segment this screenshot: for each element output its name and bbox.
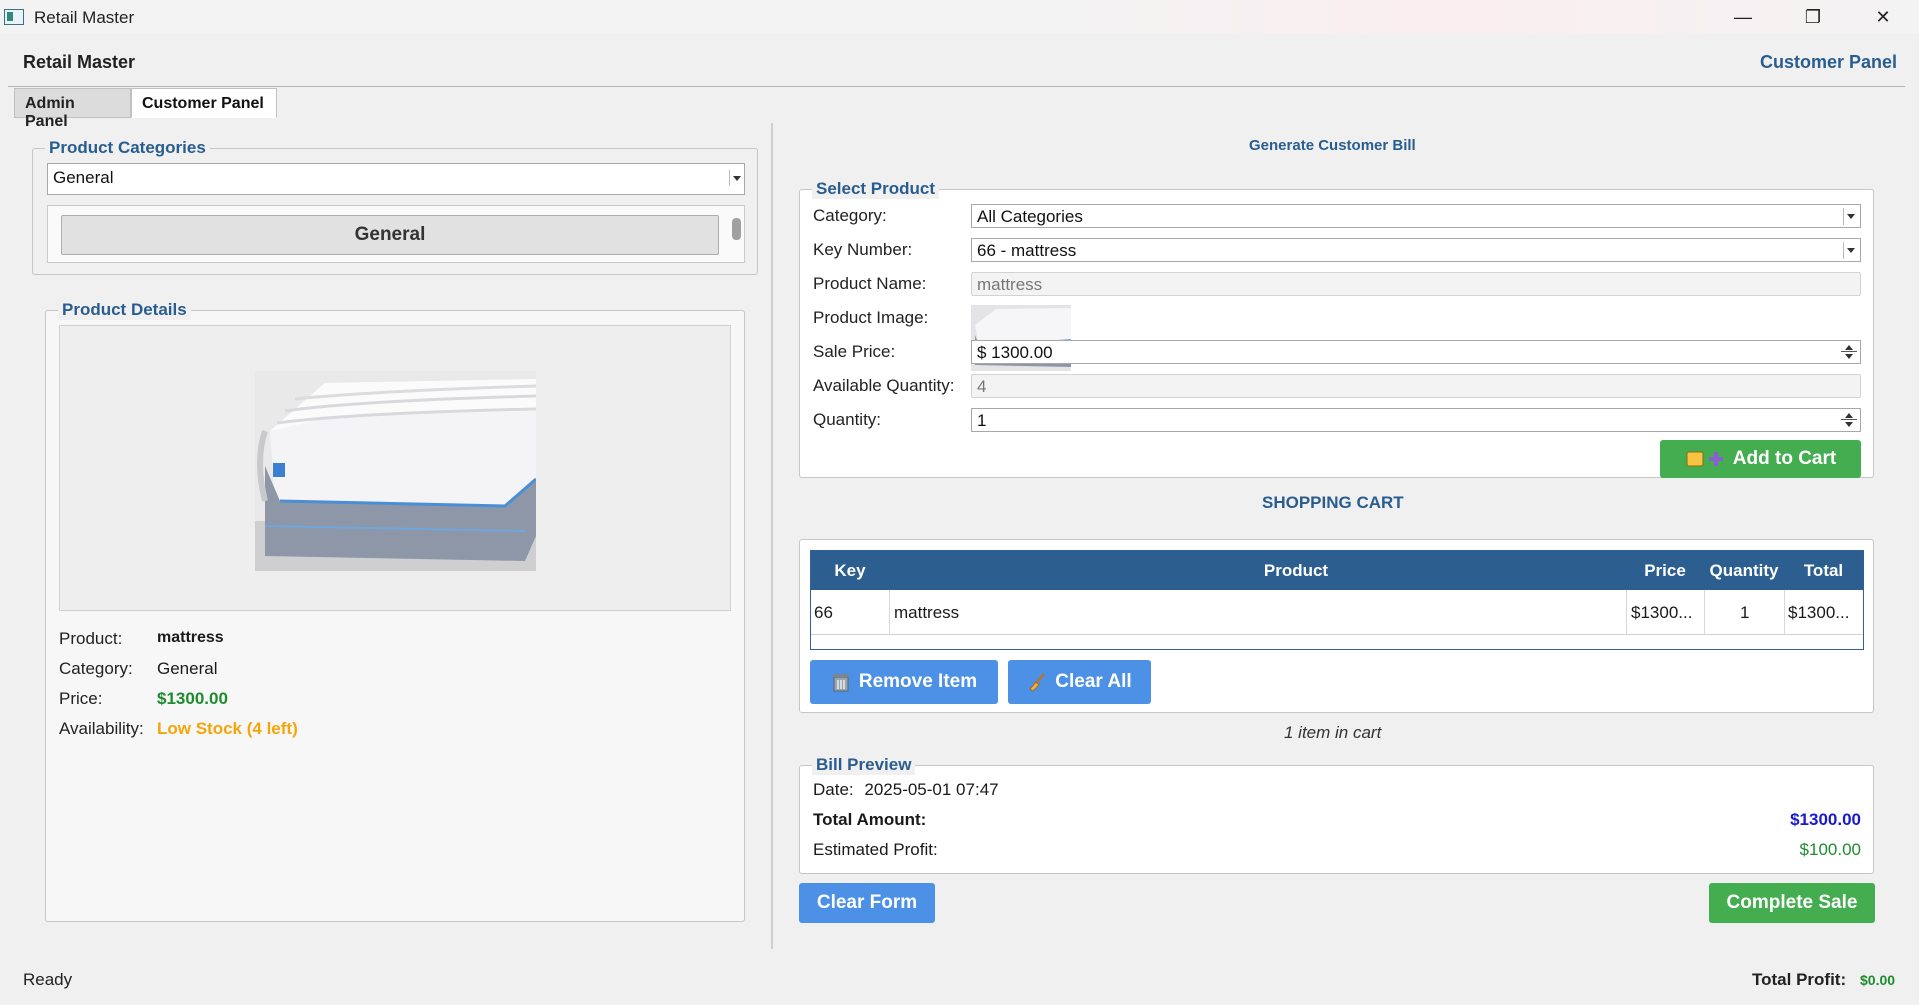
trash-icon (832, 674, 849, 692)
close-icon: ✕ (1875, 6, 1891, 27)
category-label: Category: (813, 206, 887, 225)
bill-date-value: 2025-05-01 07:47 (864, 780, 999, 799)
minimize-icon: — (1734, 6, 1752, 27)
total-amount-value: $1300.00 (1790, 810, 1861, 829)
product-name-label: Product: (59, 629, 123, 648)
tab-customer-panel[interactable]: Customer Panel (131, 88, 277, 118)
app-header-title: Retail Master (23, 52, 136, 72)
maximize-button[interactable]: ❐ (1778, 0, 1848, 34)
product-image (255, 371, 536, 571)
add-to-cart-button[interactable]: Add to Cart (1660, 440, 1861, 478)
clear-all-button[interactable]: Clear All (1008, 660, 1151, 704)
header-panel-label: Customer Panel (1759, 52, 1897, 72)
column-header-key[interactable]: Key (811, 561, 889, 581)
clear-all-label: Clear All (1055, 671, 1132, 692)
product-details-group: Product Details Product: mattress Catego… (45, 300, 745, 922)
complete-sale-button[interactable]: Complete Sale (1709, 883, 1875, 923)
window-title: Retail Master (34, 8, 135, 27)
available-quantity-value: 4 (977, 377, 987, 396)
generate-bill-heading: Generate Customer Bill (1249, 137, 1416, 154)
quantity-spinbox[interactable]: 1 (971, 408, 1861, 432)
sale-price-value: $ 1300.00 (977, 343, 1053, 362)
chevron-down-icon (1843, 242, 1857, 259)
key-number-label: Key Number: (813, 240, 913, 259)
add-to-cart-label: Add to Cart (1732, 448, 1837, 469)
product-details-legend: Product Details (58, 300, 191, 320)
app-icon (4, 9, 24, 25)
category-button-general[interactable]: General (61, 215, 719, 255)
bill-category-select[interactable]: All Categories (971, 204, 1861, 228)
sale-price-spinbox[interactable]: $ 1300.00 (971, 340, 1861, 364)
minimize-button[interactable]: — (1708, 0, 1778, 34)
product-category-value: General (157, 659, 218, 678)
product-image-frame (59, 325, 731, 611)
estimated-profit-label: Estimated Profit: (813, 840, 938, 859)
restore-icon: ❐ (1804, 6, 1822, 27)
product-availability-value: Low Stock (4 left) (157, 719, 298, 738)
available-quantity-field[interactable]: 4 (971, 374, 1861, 398)
category-list-scrollbar[interactable] (732, 218, 741, 240)
clear-form-button[interactable]: Clear Form (799, 883, 935, 923)
title-bar: Retail Master — ❐ ✕ (0, 0, 1919, 34)
bill-preview-legend: Bill Preview (812, 755, 916, 775)
product-name-value: mattress (157, 629, 224, 646)
sale-price-label: Sale Price: (813, 342, 896, 361)
select-product-legend: Select Product (812, 179, 940, 199)
spinner-arrows-icon[interactable] (1841, 412, 1857, 428)
cart-table[interactable]: Key Product Price Quantity Total 66 matt… (810, 550, 1864, 650)
product-name-field[interactable]: mattress (971, 272, 1861, 296)
select-product-group: Select Product Category: All Categories … (799, 179, 1874, 478)
product-category-label: Category: (59, 659, 133, 678)
estimated-profit-value: $100.00 (1799, 840, 1861, 859)
column-header-price[interactable]: Price (1626, 561, 1704, 581)
close-button[interactable]: ✕ (1848, 0, 1918, 34)
category-select[interactable]: General (47, 163, 745, 195)
cell-total: $1300... (1788, 603, 1850, 622)
add-to-cart-icon (1686, 451, 1723, 467)
cell-price: $1300... (1631, 603, 1693, 622)
category-button-list: General (47, 205, 745, 263)
product-categories-group: Product Categories General General (32, 138, 758, 275)
category-select-value: General (53, 168, 114, 187)
remove-item-label: Remove Item (858, 671, 978, 692)
product-categories-legend: Product Categories (45, 138, 210, 158)
column-header-quantity[interactable]: Quantity (1704, 561, 1784, 581)
product-price-label: Price: (59, 689, 103, 708)
chevron-down-icon (729, 170, 741, 186)
key-number-value: 66 - mattress (977, 241, 1077, 260)
chevron-down-icon (1843, 208, 1857, 225)
product-name-field-label: Product Name: (813, 274, 927, 293)
remove-item-button[interactable]: Remove Item (810, 660, 998, 704)
header-divider (8, 86, 1905, 87)
broom-icon (1029, 673, 1046, 692)
product-availability-label: Availability: (59, 719, 144, 738)
bill-date-label: Date: (813, 780, 854, 799)
product-image-label: Product Image: (813, 308, 929, 327)
panel-splitter[interactable] (771, 123, 773, 949)
quantity-label: Quantity: (813, 410, 882, 429)
total-profit-label: Total Profit: (1752, 970, 1847, 989)
table-row[interactable]: 66 mattress $1300... 1 $1300... (811, 590, 1863, 635)
quantity-value: 1 (977, 411, 987, 430)
total-profit-value: $0.00 (1860, 972, 1896, 988)
available-quantity-label: Available Quantity: (813, 376, 955, 395)
cell-quantity: 1 (1740, 603, 1750, 622)
bill-preview-group: Bill Preview Date: 2025-05-01 07:47 Tota… (799, 755, 1874, 874)
spinner-arrows-icon[interactable] (1841, 344, 1857, 360)
cell-key: 66 (814, 603, 833, 622)
shopping-cart-title: SHOPPING CART (1262, 493, 1404, 512)
tab-admin-panel[interactable]: Admin Panel (14, 88, 131, 130)
bill-category-value: All Categories (977, 207, 1083, 226)
column-header-product[interactable]: Product (889, 561, 1703, 581)
product-price-value: $1300.00 (157, 689, 228, 708)
key-number-select[interactable]: 66 - mattress (971, 238, 1861, 262)
column-header-total[interactable]: Total (1784, 561, 1863, 581)
cart-table-header: Key Product Price Quantity Total (811, 551, 1863, 590)
total-amount-label: Total Amount: (813, 810, 927, 829)
status-text: Ready (23, 970, 73, 989)
cart-item-count: 1 item in cart (1284, 723, 1382, 742)
product-name-field-value: mattress (977, 275, 1043, 294)
cell-product: mattress (894, 603, 960, 622)
shopping-cart-group: Key Product Price Quantity Total 66 matt… (799, 539, 1874, 713)
